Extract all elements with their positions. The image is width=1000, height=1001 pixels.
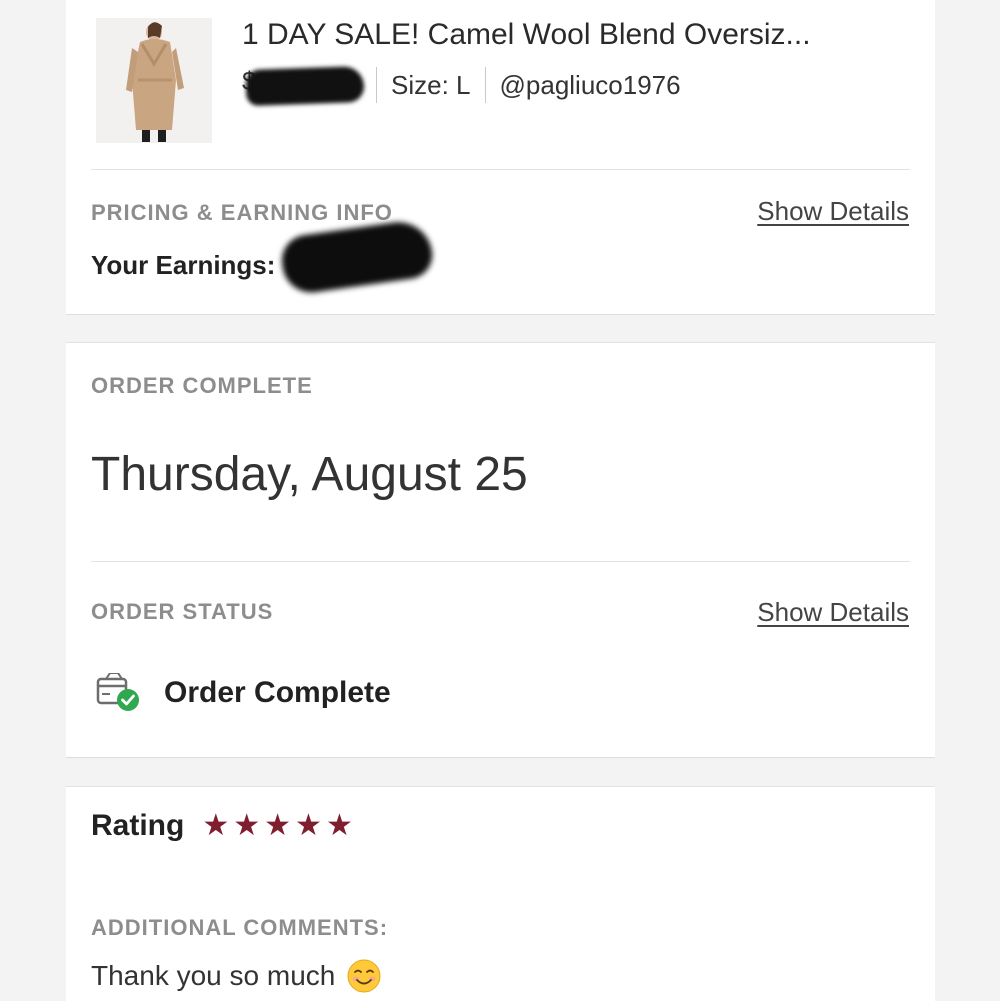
divider bbox=[91, 561, 910, 562]
rating-card: Rating ★ ★ ★ ★ ★ ADDITIONAL COMMENTS: Thank … bbox=[66, 786, 935, 1001]
item-size: Size: L bbox=[391, 69, 471, 100]
item-meta: $ Size: L @pagliuco1976 bbox=[242, 65, 681, 107]
order-status-text: Order Complete bbox=[164, 676, 391, 709]
additional-comments-label: ADDITIONAL COMMENTS: bbox=[91, 915, 389, 940]
rating-row: Rating ★ ★ ★ ★ ★ bbox=[91, 809, 353, 843]
coat-image-icon bbox=[96, 18, 212, 143]
star-icon: ★ bbox=[325, 809, 353, 842]
redaction-mark bbox=[278, 217, 436, 297]
rating-stars: ★ ★ ★ ★ ★ bbox=[202, 811, 353, 841]
smiling-emoji-icon bbox=[347, 959, 381, 993]
rating-label: Rating bbox=[91, 809, 185, 842]
pricing-show-details-link[interactable]: Show Details bbox=[757, 196, 909, 227]
seller-username[interactable]: @pagliuco1976 bbox=[500, 70, 681, 101]
comment-row: Thank you so much bbox=[91, 959, 381, 993]
section-gap bbox=[66, 314, 935, 315]
order-status-label: ORDER STATUS bbox=[91, 599, 274, 624]
your-earnings-label: Your Earnings: bbox=[91, 250, 276, 280]
section-gap bbox=[66, 757, 935, 758]
comment-text: Thank you so much bbox=[91, 960, 336, 991]
star-icon: ★ bbox=[295, 809, 322, 842]
separator bbox=[484, 67, 486, 103]
package-check-icon bbox=[96, 672, 142, 713]
separator bbox=[376, 67, 377, 103]
product-thumbnail[interactable] bbox=[96, 18, 212, 143]
item-title[interactable]: 1 DAY SALE! Camel Wool Blend Oversiz... bbox=[242, 18, 811, 52]
order-status-show-details-link[interactable]: Show Details bbox=[757, 597, 909, 628]
earnings-redacted bbox=[278, 217, 436, 297]
order-complete-label: ORDER COMPLETE bbox=[91, 373, 313, 398]
redaction-mark bbox=[245, 65, 365, 107]
star-icon: ★ bbox=[264, 809, 292, 842]
price-redacted: $ bbox=[242, 65, 365, 107]
item-card: 1 DAY SALE! Camel Wool Blend Oversiz... … bbox=[66, 0, 935, 314]
star-icon: ★ bbox=[233, 809, 261, 842]
order-date: Thursday, August 25 bbox=[91, 448, 528, 501]
star-icon: ★ bbox=[202, 809, 230, 842]
divider bbox=[91, 169, 910, 170]
order-status-row: Order Complete bbox=[96, 672, 391, 713]
order-card: ORDER COMPLETE Thursday, August 25 ORDER… bbox=[66, 342, 935, 758]
